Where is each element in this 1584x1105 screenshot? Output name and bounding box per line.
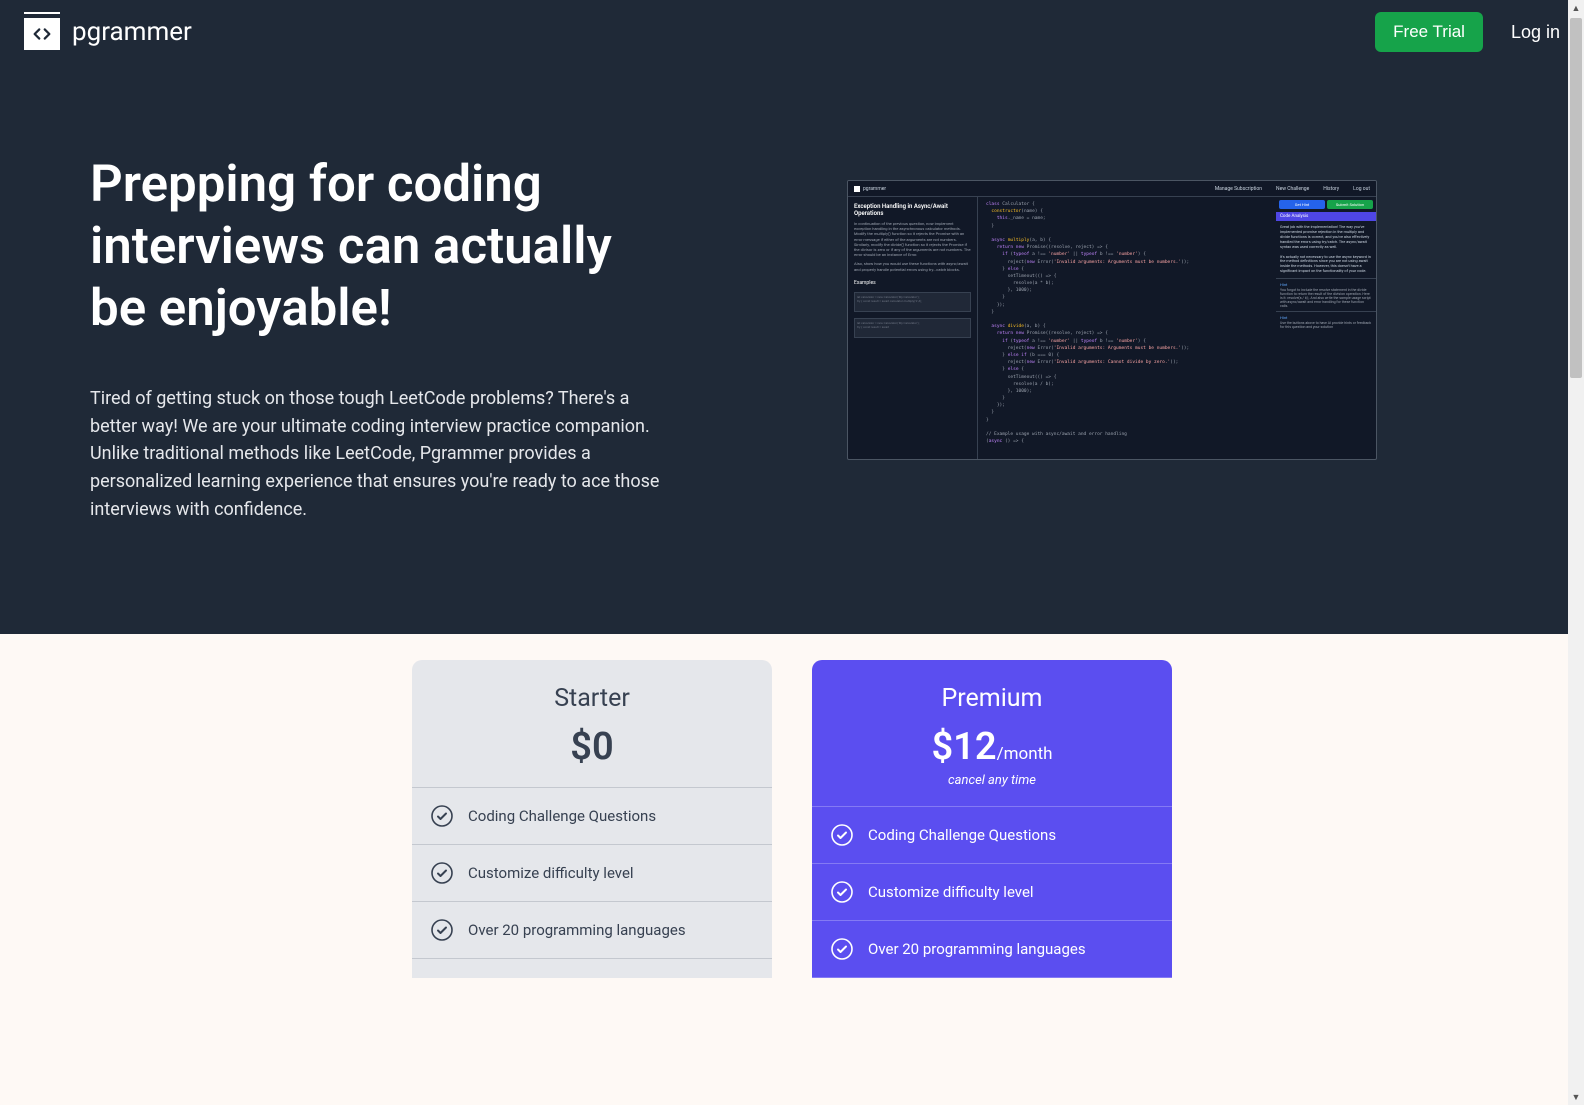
feature-text: Over 20 programming languages <box>468 921 686 939</box>
feature-row: Customize difficulty level <box>412 845 772 902</box>
mock-nav-new: New Challenge <box>1276 186 1309 192</box>
check-circle-icon <box>830 823 854 847</box>
top-header: pgrammer Free Trial Log in <box>0 0 1584 64</box>
mock-nav-logout: Log out <box>1353 186 1370 192</box>
hero-body: Tired of getting stuck on those tough Le… <box>90 385 670 524</box>
mock-code-editor: class Calculator { constructor(name) { t… <box>978 197 1276 459</box>
mock-problem-desc-2: Also, show how you would use these funct… <box>854 261 971 271</box>
mock-code-analysis-tab: Code Analysis <box>1276 212 1376 221</box>
brand[interactable]: pgrammer <box>24 14 192 50</box>
mock-get-hint-button: Get Hint <box>1279 200 1325 209</box>
feature-row: Customize difficulty level <box>812 864 1172 921</box>
premium-price-unit: /month <box>997 744 1053 764</box>
check-circle-icon <box>430 918 454 942</box>
premium-price-amount: $12 <box>931 725 996 769</box>
feature-text: Customize difficulty level <box>868 883 1034 901</box>
mock-analysis-text: Great job with the implementation! The w… <box>1276 221 1376 278</box>
check-circle-icon <box>830 880 854 904</box>
feature-text: Over 20 programming languages <box>868 940 1086 958</box>
feature-text: Customize difficulty level <box>468 864 634 882</box>
mock-problem-desc: In continuation of the previous question… <box>854 221 971 257</box>
feature-row: Coding Challenge Questions <box>812 807 1172 864</box>
check-circle-icon <box>430 861 454 885</box>
scroll-thumb[interactable] <box>1570 18 1582 378</box>
premium-price: $12/month <box>832 725 1152 769</box>
scroll-up-arrow-icon[interactable]: ▲ <box>1568 0 1584 16</box>
premium-name: Premium <box>832 684 1152 713</box>
starter-name: Starter <box>432 684 752 713</box>
pricing-section: Starter $0 Coding Challenge Questions Cu… <box>0 634 1584 978</box>
mock-example-1: let calculator = new Calculator('My Calc… <box>854 292 971 312</box>
check-circle-icon <box>830 937 854 961</box>
product-screenshot: pgrammer Manage Subscription New Challen… <box>847 180 1377 460</box>
brand-name: pgrammer <box>72 17 192 47</box>
log-in-button[interactable]: Log in <box>1511 22 1560 43</box>
feature-text: Coding Challenge Questions <box>468 807 656 825</box>
brand-logo-icon <box>24 14 60 50</box>
hero-image-wrap: pgrammer Manage Subscription New Challen… <box>730 154 1494 460</box>
hero-headline: Prepping for coding interviews can actua… <box>90 154 670 341</box>
mock-hint-label-2: Hint <box>1280 315 1287 320</box>
mock-submit-button: Submit Solution <box>1327 200 1373 209</box>
mock-nav-manage: Manage Subscription <box>1215 186 1262 192</box>
page-scrollbar[interactable]: ▲ ▼ <box>1568 0 1584 1105</box>
pricing-card-starter: Starter $0 Coding Challenge Questions Cu… <box>412 660 772 978</box>
mock-hint-label-1: Hint <box>1280 282 1287 287</box>
feature-text: Coding Challenge Questions <box>868 826 1056 844</box>
mock-example-2: let calculator = new Calculator('My Calc… <box>854 318 971 338</box>
hero-section: Prepping for coding interviews can actua… <box>0 64 1584 634</box>
free-trial-button[interactable]: Free Trial <box>1375 12 1483 52</box>
mock-problem-title: Exception Handling in Async/Await Operat… <box>854 203 971 217</box>
mock-nav-history: History <box>1323 186 1339 192</box>
mock-examples-label: Examples <box>854 280 971 286</box>
feature-row: Coding Challenge Questions <box>412 788 772 845</box>
header-actions: Free Trial Log in <box>1375 12 1560 52</box>
starter-price: $0 <box>432 725 752 769</box>
feature-row: Over 20 programming languages <box>412 902 772 959</box>
scroll-down-arrow-icon[interactable]: ▼ <box>1568 1089 1584 1105</box>
hero-text: Prepping for coding interviews can actua… <box>90 154 670 524</box>
feature-row: Over 20 programming languages <box>812 921 1172 978</box>
pricing-card-premium: Premium $12/month cancel any time Coding… <box>812 660 1172 978</box>
premium-note: cancel any time <box>832 773 1152 788</box>
mock-brand: pgrammer <box>863 186 886 192</box>
check-circle-icon <box>430 804 454 828</box>
